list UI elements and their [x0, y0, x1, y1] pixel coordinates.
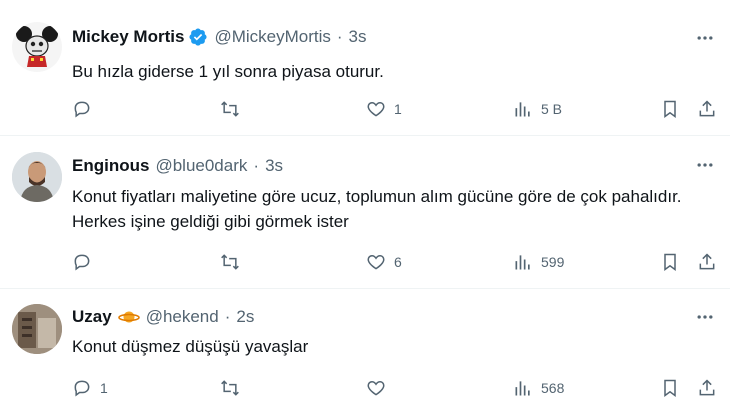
- more-icon[interactable]: [694, 306, 716, 328]
- share-icon: [699, 253, 715, 270]
- retweet-button[interactable]: [220, 97, 248, 121]
- avatar[interactable]: [12, 304, 62, 354]
- share-button[interactable]: [697, 250, 717, 274]
- bookmark-button[interactable]: [660, 97, 680, 121]
- views-button[interactable]: 5 B: [513, 97, 562, 121]
- handle[interactable]: @hekend: [146, 307, 219, 327]
- tweet-header: Uzay @hekend · 2s: [72, 307, 254, 327]
- timestamp[interactable]: 3s: [265, 156, 283, 176]
- retweet-button[interactable]: [220, 250, 248, 274]
- action-bar: 1 568: [72, 376, 720, 400]
- tweet-text: Konut düşmez düşüşü yavaşlar: [72, 337, 309, 356]
- display-name[interactable]: Uzay: [72, 307, 112, 327]
- retweet-button[interactable]: [220, 376, 248, 400]
- timestamp[interactable]: 3s: [349, 27, 367, 47]
- bookmark-icon: [664, 379, 676, 397]
- reply-icon: [74, 101, 90, 118]
- reply-icon: [74, 380, 90, 397]
- tweet[interactable]: Uzay @hekend · 2s Konut düşmez düşüşü ya…: [0, 289, 730, 420]
- like-icon: [367, 101, 385, 117]
- bookmark-icon: [664, 100, 676, 118]
- like-button[interactable]: 1: [366, 97, 402, 121]
- reply-icon: [74, 254, 90, 271]
- view-count: 568: [541, 380, 565, 396]
- tweet-text: Konut fiyatları maliyetine göre ucuz, to…: [72, 187, 682, 231]
- retweet-icon: [221, 380, 239, 396]
- action-bar: 6 599: [72, 250, 720, 274]
- display-name[interactable]: Enginous: [72, 156, 149, 176]
- tweet-text: Bu hızla giderse 1 yıl sonra piyasa otur…: [72, 62, 384, 81]
- timestamp[interactable]: 2s: [236, 307, 254, 327]
- bookmark-icon: [664, 253, 676, 271]
- uzay-avatar-image: [12, 304, 62, 354]
- like-icon: [367, 380, 385, 396]
- separator-dot: ·: [336, 27, 343, 46]
- views-icon: [515, 255, 530, 270]
- like-count: 1: [394, 101, 402, 117]
- tweet[interactable]: Mickey Mortis @MickeyMortis · 3s Bu hızl…: [0, 0, 730, 136]
- bookmark-button[interactable]: [660, 250, 680, 274]
- avatar[interactable]: [12, 152, 62, 202]
- views-icon: [515, 381, 530, 396]
- enginous-avatar-image: [12, 152, 62, 202]
- views-icon: [515, 102, 530, 117]
- reply-button[interactable]: 1: [72, 376, 108, 400]
- separator-dot: ·: [253, 156, 260, 175]
- retweet-icon: [221, 101, 239, 117]
- share-icon: [699, 379, 715, 396]
- planet-emoji-icon: [117, 309, 140, 325]
- like-button[interactable]: 6: [366, 250, 402, 274]
- like-count: 6: [394, 254, 402, 270]
- tweet-header: Mickey Mortis @MickeyMortis · 3s: [72, 27, 367, 47]
- action-bar: 1 5 B: [72, 97, 720, 121]
- reply-count: 1: [100, 380, 108, 396]
- share-button[interactable]: [697, 97, 717, 121]
- display-name[interactable]: Mickey Mortis: [72, 27, 184, 47]
- mickey-avatar-image: [16, 26, 58, 67]
- bookmark-button[interactable]: [660, 376, 680, 400]
- separator-dot: ·: [224, 307, 231, 326]
- verified-icon: [188, 27, 208, 47]
- views-button[interactable]: 568: [513, 376, 564, 400]
- reply-button[interactable]: [72, 97, 100, 121]
- more-icon[interactable]: [694, 154, 716, 176]
- retweet-icon: [221, 254, 239, 270]
- views-button[interactable]: 599: [513, 250, 564, 274]
- reply-button[interactable]: [72, 250, 100, 274]
- like-button[interactable]: [366, 376, 394, 400]
- handle[interactable]: @blue0dark: [155, 156, 247, 176]
- handle[interactable]: @MickeyMortis: [214, 27, 330, 47]
- tweet-header: Enginous @blue0dark · 3s: [72, 156, 283, 176]
- view-count: 599: [541, 254, 565, 270]
- view-count: 5 B: [541, 101, 563, 117]
- share-icon: [699, 100, 715, 117]
- more-icon[interactable]: [694, 27, 716, 49]
- share-button[interactable]: [697, 376, 717, 400]
- tweet[interactable]: Enginous @blue0dark · 3s Konut fiyatları…: [0, 136, 730, 289]
- avatar[interactable]: [12, 22, 62, 72]
- like-icon: [367, 254, 385, 270]
